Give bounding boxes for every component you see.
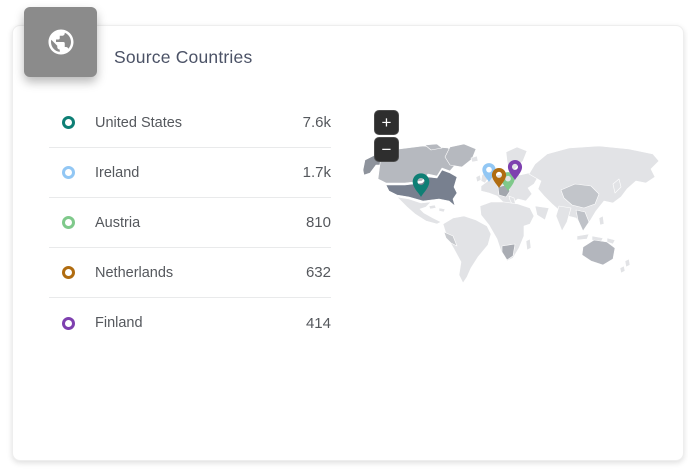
map-country-new-zealand xyxy=(625,259,630,267)
source-countries-card: Source Countries United States 7.6k Irel… xyxy=(12,25,684,461)
country-row-netherlands: Netherlands 632 xyxy=(49,248,331,298)
country-label: Netherlands xyxy=(95,265,173,281)
country-row-finland: Finland 414 xyxy=(49,298,331,348)
globe-icon xyxy=(46,27,76,57)
map-region-south-america xyxy=(443,216,491,283)
map-country-ireland xyxy=(476,175,481,182)
map-country-philippines xyxy=(599,216,604,225)
country-value: 414 xyxy=(306,315,331,332)
country-value: 810 xyxy=(306,214,331,231)
country-value: 632 xyxy=(306,264,331,281)
map-region-arabia xyxy=(535,206,549,220)
country-color-ring xyxy=(62,266,75,279)
map-zoom-out-button[interactable]: − xyxy=(374,137,399,162)
country-list: United States 7.6k Ireland 1.7k Austria … xyxy=(49,98,331,348)
country-label: Finland xyxy=(95,315,143,331)
map-island xyxy=(429,205,436,209)
card-title: Source Countries xyxy=(114,47,252,68)
country-color-ring xyxy=(62,116,75,129)
country-label: Ireland xyxy=(95,165,139,181)
country-color-ring xyxy=(62,216,75,229)
country-color-ring xyxy=(62,317,75,330)
world-map xyxy=(363,144,663,289)
country-value: 7.6k xyxy=(303,114,331,131)
map-country-greenland xyxy=(445,144,476,167)
country-row-united-states: United States 7.6k xyxy=(49,98,331,148)
map-island-indonesia xyxy=(577,234,589,240)
globe-icon-tile xyxy=(24,7,97,77)
country-value: 1.7k xyxy=(303,164,331,181)
map-island xyxy=(439,208,445,212)
map-country-australia xyxy=(582,240,615,265)
map-region-asia xyxy=(529,146,659,226)
world-map-region: + − xyxy=(363,110,675,340)
country-label: Austria xyxy=(95,215,140,231)
country-row-ireland: Ireland 1.7k xyxy=(49,148,331,198)
map-zoom-in-button[interactable]: + xyxy=(374,110,399,135)
map-country-new-zealand xyxy=(620,266,625,273)
map-country-india xyxy=(556,206,571,231)
map-region-central-america xyxy=(397,197,441,224)
country-label: United States xyxy=(95,115,182,131)
country-color-ring xyxy=(62,166,75,179)
country-row-austria: Austria 810 xyxy=(49,198,331,248)
map-country-madagascar xyxy=(526,239,531,250)
